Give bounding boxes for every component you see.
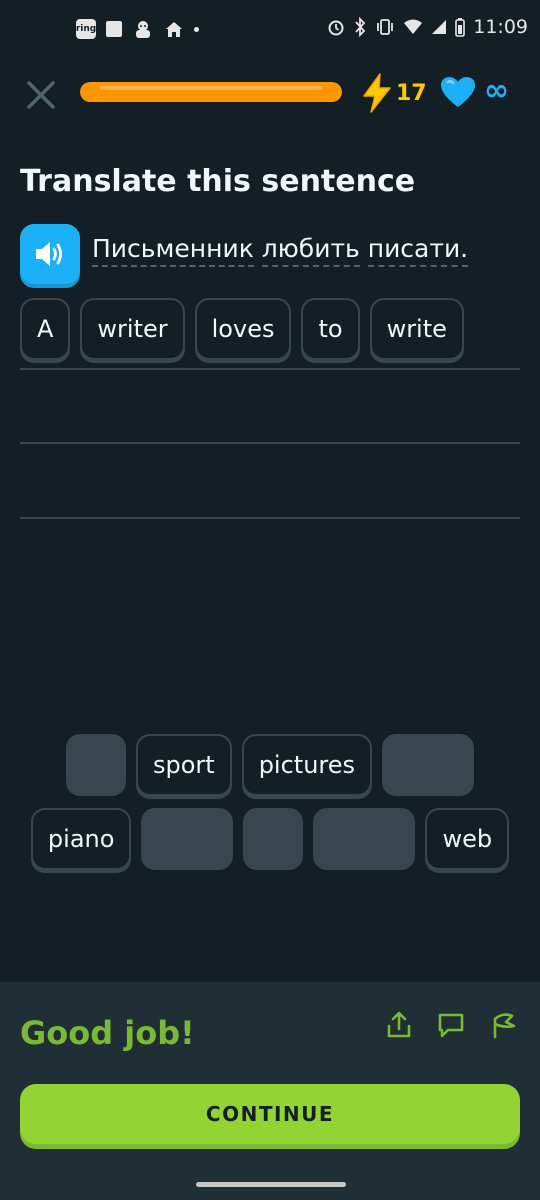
vibrate-icon (377, 19, 394, 35)
feedback-actions (384, 1010, 518, 1040)
status-right-icons: 11:09 (327, 16, 528, 38)
progress-fill (80, 82, 342, 102)
close-button[interactable] (22, 76, 60, 114)
streak-counter: 17 (360, 72, 427, 114)
lesson-progress-bar (80, 82, 342, 102)
signal-icon (432, 20, 447, 34)
wifi-icon (404, 19, 423, 34)
hearts-count: ∞ (484, 73, 509, 108)
lightning-icon (363, 73, 391, 113)
answer-word-chip[interactable]: writer (80, 298, 185, 360)
answer-word-chip[interactable]: to (301, 298, 360, 360)
status-bar: ring 11:09 (0, 0, 540, 60)
prompt-word[interactable]: любить (261, 234, 360, 267)
word-bank-slot-used (141, 808, 234, 870)
word-bank-chip[interactable]: sport (135, 734, 232, 796)
exercise-title: Translate this sentence (20, 164, 416, 199)
heart-icon (441, 77, 475, 107)
battery-icon (455, 18, 466, 37)
answer-line (20, 517, 520, 519)
word-bank-slot-used (243, 808, 304, 870)
word-bank-chip[interactable]: web (425, 808, 510, 870)
comment-icon[interactable] (436, 1010, 466, 1040)
speaker-icon (36, 242, 62, 266)
answer-word-chip[interactable]: A (20, 298, 71, 360)
continue-button[interactable]: CONTINUE (20, 1084, 520, 1144)
feedback-panel: Good job! CONTINUE (0, 982, 540, 1200)
share-icon[interactable] (384, 1010, 414, 1040)
answer-line (20, 368, 520, 370)
word-bank-slot-used (65, 734, 126, 796)
answer-area: A writer loves to write (20, 298, 520, 360)
word-bank-row: sport pictures (0, 734, 540, 796)
bluetooth-icon (355, 17, 366, 37)
prompt-word[interactable]: Письменник (92, 234, 254, 267)
dot-icon (194, 26, 199, 32)
word-bank-slot-used (382, 734, 475, 796)
close-icon (27, 81, 55, 109)
lesson-header: 17 ∞ (0, 70, 540, 118)
word-bank-row: piano web (0, 808, 540, 870)
word-bank-chip[interactable]: pictures (241, 734, 373, 796)
alarm-icon (328, 20, 344, 36)
flag-icon[interactable] (488, 1010, 518, 1040)
home-indicator[interactable] (196, 1182, 346, 1187)
home-icon (166, 22, 182, 37)
word-bank-slot-used (313, 808, 416, 870)
feedback-message: Good job! (20, 1014, 195, 1052)
progress-shine (100, 86, 322, 90)
answer-row: A writer loves to write (20, 298, 520, 360)
status-time: 11:09 (473, 16, 528, 38)
word-bank-chip[interactable]: piano (30, 808, 132, 870)
streak-count: 17 (396, 80, 427, 106)
square-icon (106, 21, 122, 37)
status-left-icons: ring (76, 18, 199, 40)
play-audio-button[interactable] (20, 224, 80, 284)
answer-line (20, 442, 520, 444)
prompt-word[interactable]: писати. (367, 234, 469, 267)
prompt-sentence: Письменник любить писати. (92, 234, 469, 267)
dog-icon (136, 21, 150, 38)
answer-word-chip[interactable]: loves (194, 298, 292, 360)
ring-icon: ring (76, 19, 96, 39)
answer-word-chip[interactable]: write (369, 298, 464, 360)
hearts-counter[interactable] (440, 76, 476, 112)
